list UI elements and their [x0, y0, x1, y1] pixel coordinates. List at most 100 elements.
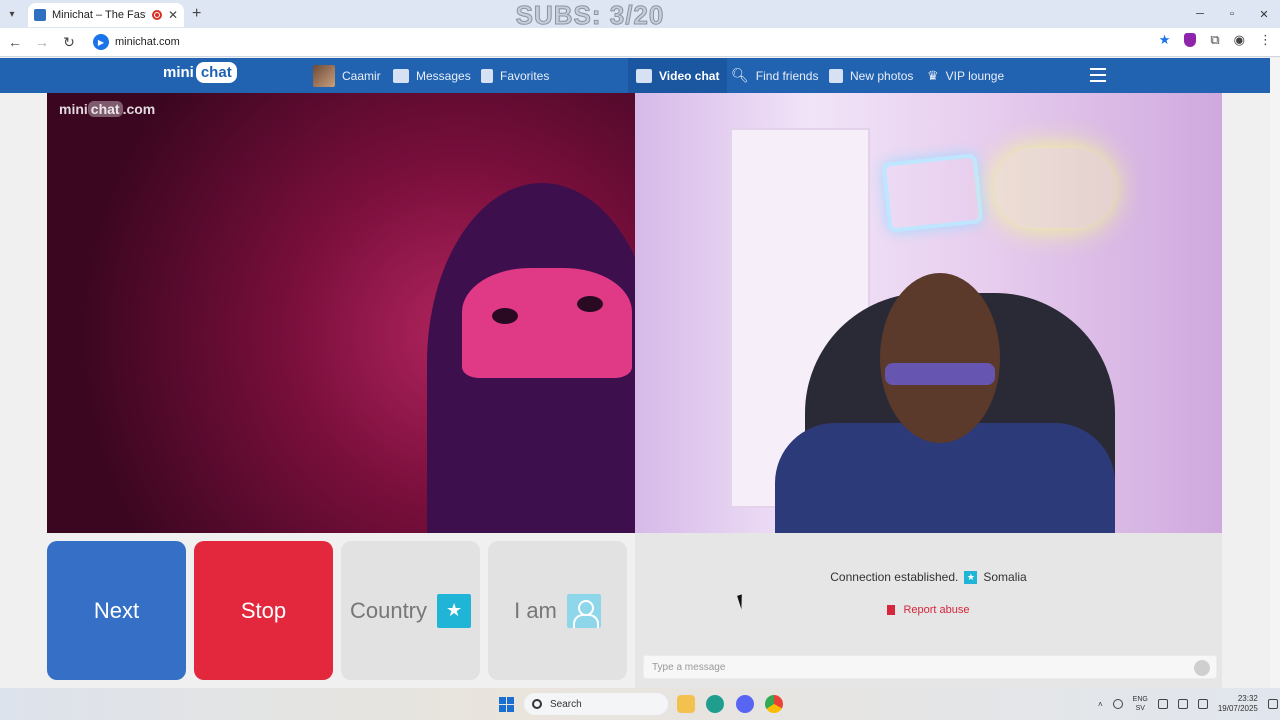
tab-list-chevron-icon[interactable]: ▾	[0, 0, 24, 28]
notification-icon[interactable]	[1267, 699, 1278, 709]
country-button[interactable]: Country ★	[341, 541, 480, 680]
network-icon[interactable]	[1157, 699, 1168, 709]
minichat-watermark: mini chat .com	[59, 101, 155, 117]
next-button[interactable]: Next	[47, 541, 186, 680]
neon-text-sign	[995, 148, 1115, 228]
eye-left	[492, 308, 518, 324]
discord-icon[interactable]	[736, 695, 754, 713]
search-icon	[532, 699, 542, 709]
nav-user-label: Caamir	[342, 68, 381, 83]
avatar	[313, 64, 335, 87]
sunglasses	[885, 363, 995, 385]
status-text: Connection established.	[830, 570, 959, 584]
nav-vip-lounge-label: VIP lounge	[945, 68, 1005, 83]
gender-button[interactable]: I am	[488, 541, 627, 680]
nav-find-friends[interactable]: 🔍︎ Find friends	[731, 58, 818, 93]
minichat-logo[interactable]: mini chat	[163, 62, 237, 83]
connection-status: Connection established. ★ Somalia	[635, 570, 1222, 584]
lang-top: ENG	[1132, 696, 1148, 703]
bookmark-star-icon[interactable]: ★	[1159, 32, 1171, 48]
maximize-button[interactable]: ▫	[1216, 0, 1248, 28]
nav-video-chat-label: Video chat	[659, 68, 720, 83]
message-placeholder: Type a message	[652, 661, 726, 673]
logo-mini: mini	[163, 64, 194, 81]
new-tab-button[interactable]: +	[192, 5, 201, 23]
tray-chevron-icon[interactable]: ˄	[1098, 700, 1103, 709]
windows-taskbar: Search ˄ ENG SV 23:32 19/07/2025	[0, 688, 1280, 720]
watermark-com: .com	[122, 101, 156, 117]
browser-toolbar: ← → ↻ ▶ minichat.com ★ ⧉ ◉ ⋮	[0, 28, 1280, 57]
search-icon: 🔍︎	[731, 67, 749, 83]
photos-grid-icon	[829, 68, 843, 83]
minimize-button[interactable]: ─	[1184, 0, 1216, 28]
forward-button[interactable]: →	[30, 30, 54, 54]
video-chat-icon	[636, 68, 652, 83]
clock-time: 23:32	[1237, 694, 1258, 703]
nav-vip-lounge[interactable]: ♛ VIP lounge	[927, 58, 1004, 93]
nav-video-chat[interactable]: Video chat	[628, 58, 728, 93]
close-window-button[interactable]: ✕	[1248, 0, 1280, 28]
message-input[interactable]: Type a message	[643, 655, 1217, 679]
browser-tab[interactable]: Minichat – The Fast Video C ✕	[28, 3, 184, 27]
file-explorer-icon[interactable]	[677, 695, 695, 713]
minichat-favicon-icon	[34, 9, 46, 21]
nav-favorites-label: Favorites	[500, 68, 550, 83]
page-scrollbar[interactable]	[1270, 58, 1280, 688]
report-label: Report abuse	[903, 604, 970, 616]
chrome-icon[interactable]	[765, 695, 783, 713]
battery-icon[interactable]	[1197, 699, 1208, 709]
chat-panel: Connection established. ★ Somalia Report…	[635, 533, 1222, 688]
lang-bottom: SV	[1135, 705, 1145, 712]
browser-menu-icon[interactable]: ⋮	[1259, 32, 1272, 48]
clock[interactable]: 23:32 19/07/2025	[1218, 694, 1258, 714]
stop-button[interactable]: Stop	[194, 541, 333, 680]
system-tray: ˄ ENG SV 23:32 19/07/2025	[1098, 688, 1278, 720]
watermark-mini: mini	[59, 101, 88, 117]
edge-icon[interactable]	[706, 695, 724, 713]
bookmark-icon	[481, 68, 493, 83]
remote-person-face	[462, 268, 632, 378]
nav-messages-label: Messages	[416, 68, 471, 83]
remote-video: mini chat .com	[47, 93, 635, 533]
window-controls: ─ ▫ ✕	[1184, 0, 1280, 28]
windows-start-icon[interactable]	[499, 697, 514, 712]
report-abuse-link[interactable]: Report abuse	[635, 604, 1222, 616]
language-indicator[interactable]: ENG SV	[1133, 695, 1148, 713]
recording-icon	[151, 10, 162, 20]
clock-date: 19/07/2025	[1217, 704, 1258, 713]
site-header: mini chat Caamir Messages Favorites Vide…	[0, 58, 1280, 93]
iam-label: I am	[514, 597, 557, 623]
volume-icon[interactable]	[1177, 699, 1188, 709]
microphone-icon[interactable]	[1112, 699, 1123, 709]
reload-button[interactable]: ↻	[57, 30, 81, 54]
nav-favorites[interactable]: Favorites	[481, 58, 549, 93]
tab-title: Minichat – The Fast Video C	[52, 9, 146, 21]
extensions-puzzle-icon[interactable]: ⧉	[1210, 32, 1219, 48]
site-info-icon[interactable]: ▶	[93, 34, 109, 50]
tab-close-icon[interactable]: ✕	[168, 8, 178, 22]
country-star-icon: ★	[437, 593, 472, 628]
back-button[interactable]: ←	[3, 30, 27, 54]
address-bar[interactable]: ▶ minichat.com	[93, 31, 1153, 53]
envelope-icon	[393, 68, 409, 83]
profile-icon[interactable]: ◉	[1234, 32, 1245, 48]
country-label: Country	[349, 597, 428, 623]
nav-messages[interactable]: Messages	[393, 58, 471, 93]
neon-flag-sign	[881, 153, 984, 233]
toolbar-actions: ★ ⧉ ◉ ⋮	[1159, 32, 1272, 48]
somalia-flag-icon: ★	[964, 570, 978, 584]
partner-country: Somalia	[983, 570, 1027, 584]
nav-new-photos[interactable]: New photos	[829, 58, 913, 93]
url-text: minichat.com	[115, 36, 180, 48]
next-label: Next	[93, 597, 140, 623]
taskbar-search-label: Search	[550, 698, 582, 710]
extension-shield-icon[interactable]	[1184, 33, 1197, 47]
emoji-icon[interactable]	[1194, 660, 1210, 676]
logo-chat: chat	[195, 62, 237, 83]
eye-right	[577, 296, 603, 312]
person-icon	[566, 593, 601, 628]
taskbar-search[interactable]: Search	[524, 693, 668, 715]
report-flag-icon	[887, 605, 896, 615]
nav-user-profile[interactable]: Caamir	[313, 58, 381, 93]
hamburger-menu-icon[interactable]	[1090, 68, 1106, 82]
